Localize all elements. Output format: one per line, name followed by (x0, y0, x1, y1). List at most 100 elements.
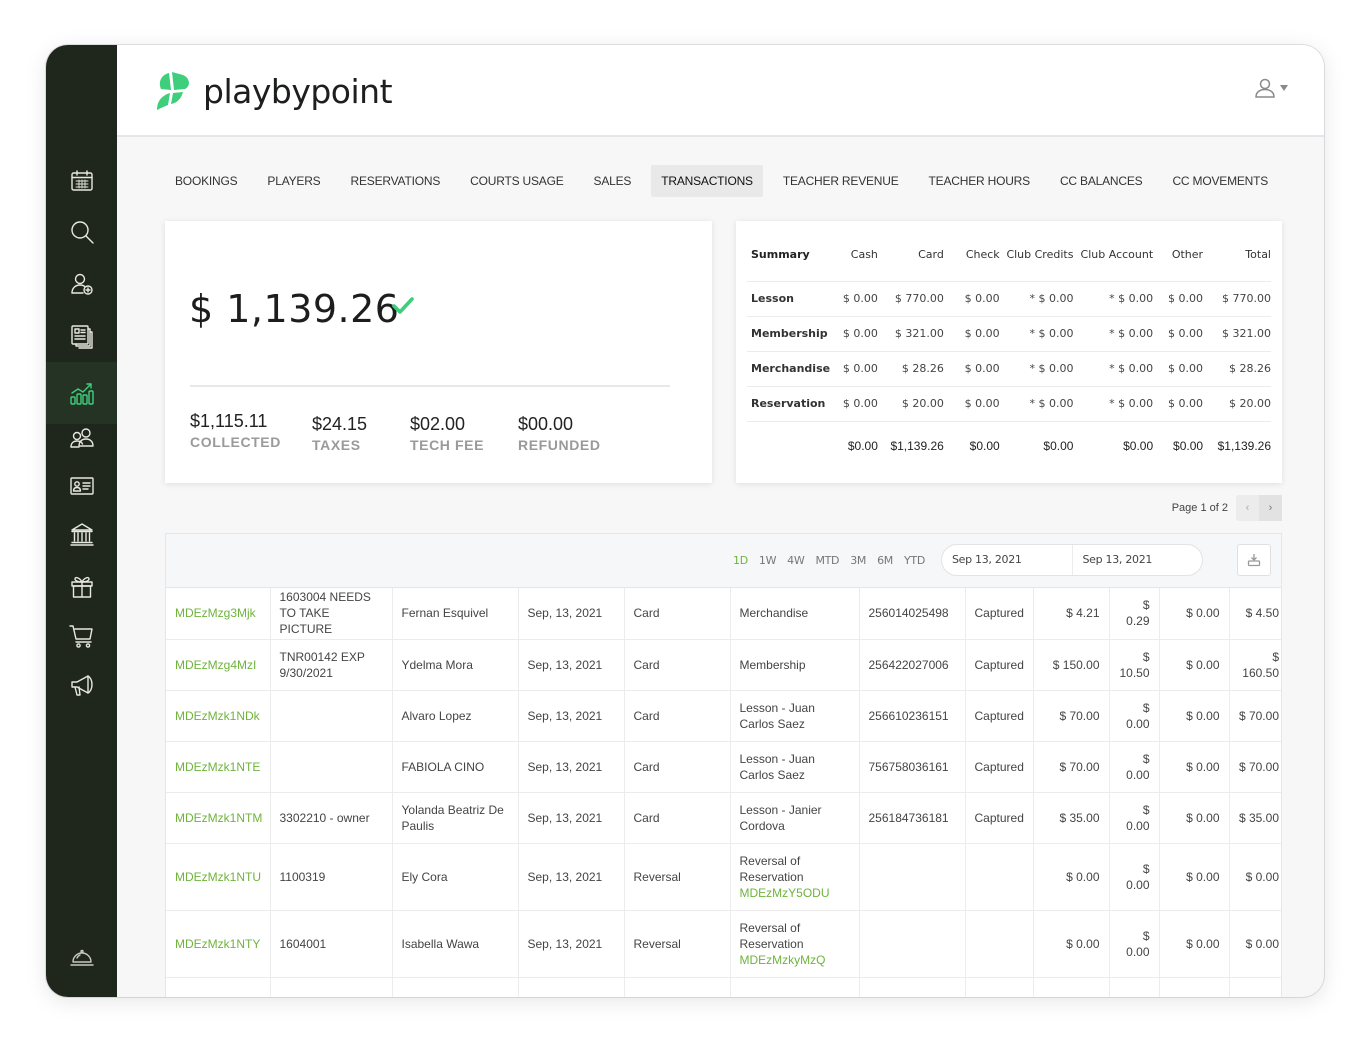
transaction-row[interactable]: Reversal of (166, 977, 1281, 997)
brand-logo[interactable]: playbypoint (155, 71, 393, 111)
sidebar-item-documents[interactable] (46, 310, 117, 362)
playbypoint-logo-icon (157, 72, 189, 110)
reservation-link[interactable]: MDEzMzkyMzQ (740, 953, 826, 967)
sidebar-item-gift[interactable] (46, 560, 117, 612)
sidebar-item-calendar[interactable] (46, 155, 117, 207)
transaction-id-link[interactable]: MDEzMzg3Mjk (175, 606, 256, 620)
sidebar-item-search[interactable] (46, 206, 117, 258)
cell-amount: $ 35.00 (1033, 792, 1110, 844)
cell-description: Lesson - Juan Carlos Saez (730, 690, 860, 742)
tab-transactions[interactable]: TRANSACTIONS (651, 165, 763, 197)
summary-row: Merchandise $ 0.00 $ 28.26 $ 0.00 * $ 0.00 * … (747, 350, 1271, 386)
transaction-row[interactable]: MDEzMzg4MzI TNR00142 EXP 9/30/2021 Ydelma … (166, 639, 1281, 691)
summary-header: Club Credits (1006, 247, 1074, 261)
summary-cell: $ 321.00 (1203, 315, 1271, 351)
reservation-link[interactable]: MDEzMzY5ODU (740, 886, 830, 900)
user-menu-button[interactable] (1254, 77, 1288, 99)
cell-amount: $ 4.21 (1033, 588, 1110, 640)
cell-ref: 256184736181 (859, 792, 966, 844)
cell-refund: $ 0.00 (1159, 910, 1230, 978)
sidebar-item-bank[interactable] (46, 508, 117, 560)
cell-date (518, 977, 625, 997)
stat-value: $02.00 (410, 414, 466, 434)
export-button[interactable] (1237, 544, 1271, 576)
prev-page-button[interactable]: ‹ (1236, 495, 1259, 521)
sidebar-item-cart[interactable] (46, 610, 117, 662)
date-from-input[interactable]: Sep 13, 2021 (942, 545, 1072, 575)
tab-cc-movements[interactable]: CC MOVEMENTS (1162, 165, 1278, 197)
transaction-row[interactable]: MDEzMzk1NDk Alvaro Lopez Sep, 13, 2021 Card… (166, 690, 1281, 742)
cell-status: Captured (965, 690, 1034, 742)
transaction-id-link[interactable]: MDEzMzg4MzI (175, 658, 256, 672)
transaction-row[interactable]: MDEzMzk1NTY 1604001 Isabella Wawa Sep, 13, … (166, 910, 1281, 978)
summary-cell: $ 0.00 (838, 350, 878, 386)
summary-header: Club Account (1080, 247, 1154, 261)
transaction-id-link[interactable]: MDEzMzk1NDk (175, 709, 260, 723)
users-icon (69, 428, 94, 448)
description-text: Lesson - Janier Cordova (739, 802, 822, 833)
cell-name: Ely Cora (392, 843, 519, 911)
transaction-row[interactable]: MDEzMzk1NTM 3302210 - owner Yolanda Beatri… (166, 792, 1281, 844)
tab-courts-usage[interactable]: COURTS USAGE (460, 165, 573, 197)
summary-cell: $ 0.00 (1153, 385, 1204, 421)
cell-id: MDEzMzk1NTM (166, 792, 271, 844)
tab-reservations[interactable]: RESERVATIONS (341, 165, 451, 197)
range-1w[interactable]: 1W (759, 554, 777, 567)
summary-header: Other (1171, 247, 1204, 261)
next-page-button[interactable]: › (1259, 495, 1282, 521)
stat-refunded: $00.00 REFUNDED (518, 414, 601, 453)
sidebar-item-id-card[interactable] (46, 460, 117, 512)
range-ytd[interactable]: YTD (904, 554, 925, 567)
range-1d[interactable]: 1D (733, 554, 748, 567)
cell-date: Sep, 13, 2021 (518, 843, 625, 911)
transaction-row[interactable]: MDEzMzg3Mjk 1603004 NEEDS TO TAKE PICTURE… (166, 588, 1281, 640)
range-4w[interactable]: 4W (787, 554, 805, 567)
stat-value: $00.00 (518, 414, 574, 434)
cell-method (624, 977, 731, 997)
cell-date: Sep, 13, 2021 (518, 588, 625, 640)
sidebar-item-marketing[interactable] (46, 659, 117, 711)
cell-name (392, 977, 519, 997)
cell-description: Lesson - Janier Cordova (730, 792, 860, 844)
cell-description: Lesson - Juan Carlos Saez (730, 741, 860, 793)
transaction-id-link[interactable]: MDEzMzk1NTE (175, 760, 260, 774)
cell-refund: $ 0.00 (1159, 588, 1230, 640)
transaction-row[interactable]: MDEzMzk1NTU 1100319 Ely Cora Sep, 13, 2021 R… (166, 843, 1281, 911)
range-6m[interactable]: 6M (877, 554, 893, 567)
tab-cc-balances[interactable]: CC BALANCES (1050, 165, 1153, 197)
tab-teacher-hours[interactable]: TEACHER HOURS (919, 165, 1040, 197)
transaction-id-link[interactable]: MDEzMzk1NTU (175, 870, 261, 884)
tab-players[interactable]: PLAYERS (257, 165, 330, 197)
tab-bookings[interactable]: BOOKINGS (165, 165, 247, 197)
tab-teacher-revenue[interactable]: TEACHER REVENUE (773, 165, 909, 197)
transaction-id-link[interactable]: MDEzMzk1NTY (175, 937, 260, 951)
cell-method: Card (624, 639, 731, 691)
summary-cell: $ 28.26 (877, 350, 944, 386)
summary-total-cell: $0.00 (838, 420, 878, 471)
summary-total-cell: $0.00 (943, 420, 1000, 471)
transaction-row[interactable]: MDEzMzk1NTE FABIOLA CINO Sep, 13, 2021 Card… (166, 741, 1281, 793)
stat-collected: $1,115.11 COLLECTED (190, 411, 281, 450)
cell-description: Reversal of (730, 977, 860, 997)
range-mtd[interactable]: MTD (815, 554, 839, 567)
stat-taxes: $24.15 TAXES (312, 414, 367, 453)
sidebar-item-users[interactable] (46, 413, 117, 465)
stat-value: $1,115.11 (190, 411, 268, 431)
summary-table: Summary Cash Card Check Club Credits Clu… (747, 229, 1271, 471)
cell-name: Yolanda Beatriz De Paulis (392, 792, 519, 844)
date-to-input[interactable]: Sep 13, 2021 (1071, 545, 1203, 575)
cell-note: 1603004 NEEDS TO TAKE PICTURE (270, 588, 393, 640)
summary-category: Membership (747, 315, 839, 351)
transaction-id-link[interactable]: MDEzMzk1NTM (175, 811, 262, 825)
calendar-icon (70, 170, 93, 191)
summary-cell: $ 0.00 (943, 350, 1000, 386)
cell-refund (1159, 977, 1230, 997)
summary-row: Lesson $ 0.00 $ 770.00 $ 0.00 * $ 0.00 * $ 0.… (747, 280, 1271, 316)
cell-method: Card (624, 792, 731, 844)
tab-sales[interactable]: SALES (584, 165, 642, 197)
cell-description: Reversal of Reservation MDEzMzY5ODU (730, 843, 860, 911)
range-3m[interactable]: 3M (850, 554, 866, 567)
summary-category: Reservation (747, 385, 839, 421)
sidebar-item-service[interactable] (46, 931, 117, 983)
sidebar-item-add-user[interactable] (46, 258, 117, 310)
